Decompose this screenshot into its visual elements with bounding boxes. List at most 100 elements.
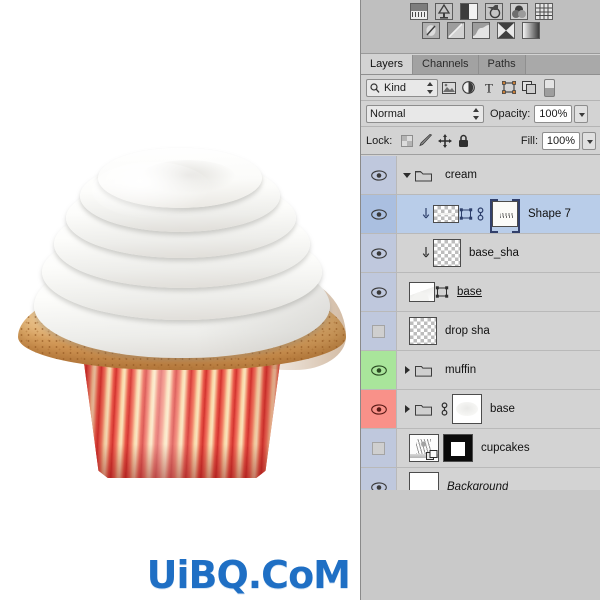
lock-position-icon[interactable]	[435, 131, 454, 151]
channel-mixer-icon[interactable]	[472, 22, 490, 39]
visibility-toggle[interactable]	[361, 195, 397, 233]
vibrance-icon[interactable]	[509, 3, 528, 20]
filter-type-icon[interactable]: T	[479, 78, 498, 98]
thumbnail-art	[410, 283, 434, 301]
fill-input[interactable]: 100%	[542, 131, 580, 150]
cupcake-illustration	[4, 138, 356, 478]
layer-thumbnail[interactable]	[433, 205, 459, 223]
layer-thumbnails[interactable]	[409, 434, 473, 462]
layer-name[interactable]: muffin	[445, 364, 476, 376]
fill-slider-button[interactable]	[582, 131, 596, 150]
link-icon[interactable]	[439, 401, 450, 417]
levels-icon[interactable]	[434, 3, 453, 20]
layer-row-drop-sha[interactable]: drop sha	[361, 312, 600, 351]
blend-row: Normal Opacity: 100%	[361, 101, 600, 127]
group-expand-toggle[interactable]	[402, 404, 413, 415]
layer-thumbnails[interactable]	[433, 199, 520, 233]
visibility-toggle[interactable]	[361, 156, 397, 194]
layer-row-base-group[interactable]: base	[361, 390, 600, 429]
opacity-label: Opacity:	[490, 107, 531, 120]
filter-shape-icon[interactable]	[499, 78, 518, 98]
thumbnail-art	[437, 213, 455, 215]
layer-row-cupcakes[interactable]: cupcakes	[361, 429, 600, 468]
thumbnail-art	[500, 213, 514, 218]
blend-mode-select[interactable]: Normal	[366, 104, 484, 123]
layer-thumbnail[interactable]	[409, 282, 435, 302]
watermark: UiBQ.CoM	[146, 553, 351, 597]
eye-icon	[370, 169, 387, 181]
curves-icon[interactable]	[459, 3, 478, 20]
selective-color-icon[interactable]	[497, 22, 515, 39]
layer-name[interactable]: base	[457, 286, 482, 298]
photoshop-window: UiBQ.CoM Layers Channels Paths Kind T No…	[0, 0, 600, 600]
lock-transparency-icon[interactable]	[397, 131, 416, 151]
thumbnail-art	[444, 435, 472, 461]
filter-kind-select[interactable]: Kind	[366, 78, 438, 97]
tab-paths[interactable]: Paths	[478, 55, 526, 74]
tab-layers[interactable]: Layers	[361, 55, 414, 74]
filter-pixel-icon[interactable]	[439, 78, 458, 98]
vector-mask-icon[interactable]	[435, 285, 449, 299]
color-balance-icon[interactable]	[534, 3, 553, 20]
visibility-toggle[interactable]	[361, 429, 397, 467]
visibility-toggle[interactable]	[361, 351, 397, 389]
layer-mask-thumbnail[interactable]	[443, 434, 473, 462]
layer-filter-row: Kind T	[361, 75, 600, 101]
layer-row-shape-7[interactable]: Shape 7	[361, 195, 600, 234]
adjustments-panel	[361, 0, 600, 54]
eye-icon	[370, 286, 387, 298]
photo-filter-icon[interactable]	[447, 22, 465, 39]
gradient-map-icon[interactable]	[522, 22, 540, 39]
opacity-slider-button[interactable]	[574, 104, 589, 123]
visibility-toggle[interactable]	[361, 234, 397, 272]
layer-name[interactable]: base_sha	[469, 247, 519, 259]
layer-row-base-sha[interactable]: base_sha	[361, 234, 600, 273]
filter-adjustment-icon[interactable]	[459, 78, 478, 98]
group-expand-toggle[interactable]	[402, 365, 413, 376]
eye-icon	[370, 403, 387, 415]
layer-name[interactable]: drop sha	[445, 325, 490, 337]
vector-mask-icon[interactable]	[459, 207, 473, 221]
vector-mask-thumbnail[interactable]	[492, 201, 518, 227]
adjustments-row-1	[361, 0, 600, 20]
chevron-updown-icon[interactable]	[427, 81, 434, 94]
layer-name[interactable]: Shape 7	[528, 208, 571, 220]
black-white-icon[interactable]	[422, 22, 440, 39]
link-icon[interactable]	[475, 206, 486, 222]
layer-name[interactable]: cupcakes	[481, 442, 530, 454]
layer-row-base-shape[interactable]: base	[361, 273, 600, 312]
layer-name[interactable]: base	[490, 403, 515, 415]
layer-thumbnail[interactable]	[409, 317, 437, 345]
layer-row-muffin[interactable]: muffin	[361, 351, 600, 390]
filter-toggle-switch[interactable]	[544, 78, 555, 97]
folder-closed-icon	[415, 404, 432, 416]
lock-label: Lock:	[366, 134, 393, 147]
exposure-icon[interactable]	[484, 3, 503, 20]
layers-panel: Layers Channels Paths Kind T Normal Opac…	[360, 0, 600, 600]
layer-thumbnail[interactable]	[433, 239, 461, 267]
tab-channels[interactable]: Channels	[413, 55, 479, 74]
filter-smart-object-icon[interactable]	[519, 78, 538, 98]
clipping-indent-icon	[422, 208, 430, 219]
brightness-contrast-icon[interactable]	[409, 3, 428, 20]
thumbnail-art	[456, 402, 478, 416]
panel-tabs: Layers Channels Paths	[361, 55, 600, 75]
layer-name[interactable]: cream	[445, 169, 477, 181]
eye-icon	[370, 247, 387, 259]
document-canvas[interactable]: UiBQ.CoM	[0, 0, 360, 600]
layer-list[interactable]: cream Shape 7 base_sha base drop sha muf…	[361, 156, 600, 507]
visibility-toggle[interactable]	[361, 312, 397, 350]
layer-thumbnails[interactable]	[409, 282, 449, 302]
lock-image-icon[interactable]	[416, 131, 435, 151]
opacity-input[interactable]: 100%	[534, 104, 573, 123]
cream-highlight	[92, 162, 212, 218]
blend-mode-value: Normal	[370, 107, 406, 120]
group-thumbnail[interactable]	[452, 394, 482, 424]
visibility-toggle[interactable]	[361, 390, 397, 428]
lock-all-icon[interactable]	[454, 131, 473, 151]
chevron-updown-icon[interactable]	[473, 107, 480, 120]
smart-object-thumbnail[interactable]	[409, 434, 439, 462]
layer-row-cream[interactable]: cream	[361, 156, 600, 195]
visibility-toggle[interactable]	[361, 273, 397, 311]
group-expand-toggle[interactable]	[402, 170, 413, 181]
